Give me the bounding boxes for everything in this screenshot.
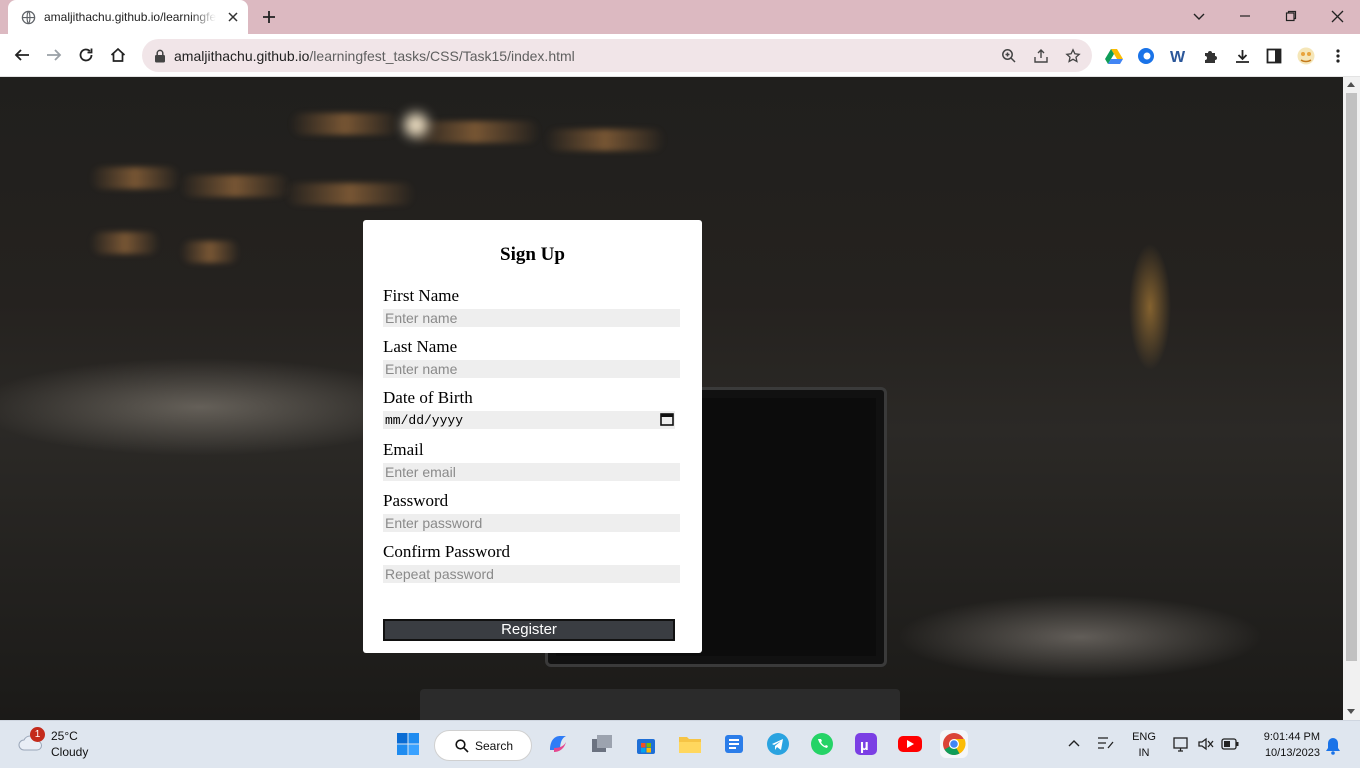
email-input[interactable] — [383, 463, 680, 481]
back-arrow-icon[interactable] — [12, 45, 32, 65]
taskbar-search[interactable]: Search — [434, 730, 532, 761]
search-icon — [455, 739, 469, 753]
utorrent-icon[interactable]: µ — [852, 730, 880, 758]
email-label: Email — [383, 440, 424, 459]
telegram-icon[interactable] — [764, 730, 792, 758]
background-light-slat — [285, 183, 415, 205]
news-app-icon[interactable] — [720, 730, 748, 758]
kebab-menu-icon[interactable] — [1328, 46, 1348, 66]
forward-arrow-icon[interactable] — [44, 45, 64, 65]
password-label: Password — [383, 491, 449, 510]
signup-form: Sign Up First Name Last Name Date of Bir… — [363, 220, 702, 653]
chrome-icon[interactable] — [940, 730, 968, 758]
background-light-slat — [180, 175, 290, 197]
background-light-slat — [90, 232, 160, 254]
background-light-slat — [290, 113, 400, 135]
extensions-puzzle-icon[interactable] — [1200, 46, 1220, 66]
close-window-icon[interactable] — [1325, 5, 1349, 27]
browser-tab[interactable]: amaljithachu.github.io/learningfest_task… — [8, 0, 248, 34]
form-title: Sign Up — [500, 244, 565, 265]
weather-temperature[interactable]: 25°C — [51, 729, 78, 743]
background-light-slat — [410, 121, 540, 143]
search-label: Search — [475, 739, 514, 753]
whatsapp-icon[interactable] — [808, 730, 836, 758]
restore-icon[interactable] — [1279, 5, 1303, 27]
confirm-password-label: Confirm Password — [383, 542, 511, 561]
first-name-input[interactable] — [383, 309, 680, 327]
copilot-icon[interactable] — [544, 730, 572, 758]
volume-muted-icon[interactable] — [1197, 736, 1215, 752]
background-light-slat — [90, 167, 180, 189]
tab-title: amaljithachu.github.io/learningfest_task… — [44, 10, 216, 24]
network-icon[interactable] — [1173, 736, 1191, 752]
language-line-2[interactable]: IN — [1130, 747, 1158, 759]
laptop-keyboard — [420, 689, 900, 720]
clock-time: 9:01:44 PM — [1263, 731, 1320, 743]
background-light-slat — [545, 129, 665, 151]
clock-date: 10/13/2023 — [1264, 747, 1320, 759]
address-bar[interactable]: amaljithachu.github.io/learningfest_task… — [142, 39, 1092, 72]
language-line-1[interactable]: ENG — [1130, 731, 1158, 743]
zoom-icon[interactable] — [1000, 47, 1018, 65]
confirm-password-input[interactable] — [383, 565, 680, 583]
dob-value: mm/dd/yyyy — [385, 413, 464, 428]
microsoft-store-icon[interactable] — [632, 730, 660, 758]
task-view-icon[interactable] — [588, 730, 616, 758]
register-button[interactable]: Register — [383, 619, 675, 641]
windows-taskbar: 1 25°C Cloudy Search µ ENG IN 9:01:44 PM… — [0, 720, 1360, 768]
share-icon[interactable] — [1032, 47, 1050, 65]
download-icon[interactable] — [1232, 46, 1252, 66]
close-tab-icon[interactable] — [225, 9, 241, 25]
svg-text:µ: µ — [860, 737, 869, 754]
tab-search-chevron-icon[interactable] — [1187, 5, 1211, 27]
url-host: amaljithachu.github.io — [174, 48, 310, 64]
profile-avatar-icon[interactable] — [1296, 46, 1316, 66]
battery-icon[interactable] — [1221, 738, 1239, 750]
bookmark-star-icon[interactable] — [1064, 47, 1082, 65]
page-background: Sign Up First Name Last Name Date of Bir… — [0, 77, 1343, 720]
dob-label: Date of Birth — [383, 388, 473, 407]
weather-condition[interactable]: Cloudy — [51, 745, 88, 759]
edge-extension-icon[interactable] — [1136, 46, 1156, 66]
start-windows-icon[interactable] — [394, 730, 422, 758]
weather-badge: 1 — [30, 727, 45, 742]
scroll-down-arrow-icon[interactable] — [1347, 709, 1355, 714]
new-tab-icon[interactable] — [260, 8, 278, 26]
calendar-icon[interactable] — [660, 412, 674, 426]
scroll-thumb[interactable] — [1346, 93, 1357, 661]
browser-toolbar: amaljithachu.github.io/learningfest_task… — [0, 34, 1360, 77]
youtube-icon[interactable] — [896, 730, 924, 758]
google-drive-icon[interactable] — [1104, 46, 1124, 66]
minimize-icon[interactable] — [1233, 5, 1257, 27]
password-input[interactable] — [383, 514, 680, 532]
globe-icon — [21, 10, 36, 25]
first-name-label: First Name — [383, 286, 460, 305]
file-explorer-icon[interactable] — [676, 730, 704, 758]
background-light-slat — [180, 241, 240, 263]
show-hidden-icons-chevron-icon[interactable] — [1067, 738, 1081, 748]
url-path: /learningfest_tasks/CSS/Task15/index.htm… — [309, 48, 575, 64]
tab-strip: amaljithachu.github.io/learningfest_task… — [0, 0, 1360, 34]
scroll-up-arrow-icon[interactable] — [1347, 82, 1355, 87]
url-text[interactable]: amaljithachu.github.io/learningfest_task… — [174, 48, 575, 64]
background-bulb — [404, 113, 428, 137]
page-scrollbar[interactable] — [1343, 77, 1360, 720]
side-panel-icon[interactable] — [1264, 46, 1284, 66]
last-name-label: Last Name — [383, 337, 458, 356]
home-icon[interactable] — [108, 45, 128, 65]
lock-icon[interactable] — [154, 49, 166, 63]
svg-text:W: W — [1170, 49, 1186, 65]
reload-icon[interactable] — [76, 45, 96, 65]
system-clock[interactable]: 9:01:44 PM 10/13/2023 — [1252, 729, 1320, 761]
word-extension-icon[interactable]: W — [1168, 46, 1188, 66]
last-name-input[interactable] — [383, 360, 680, 378]
notification-bell-icon[interactable] — [1325, 737, 1341, 755]
pen-menu-icon[interactable] — [1097, 735, 1115, 751]
